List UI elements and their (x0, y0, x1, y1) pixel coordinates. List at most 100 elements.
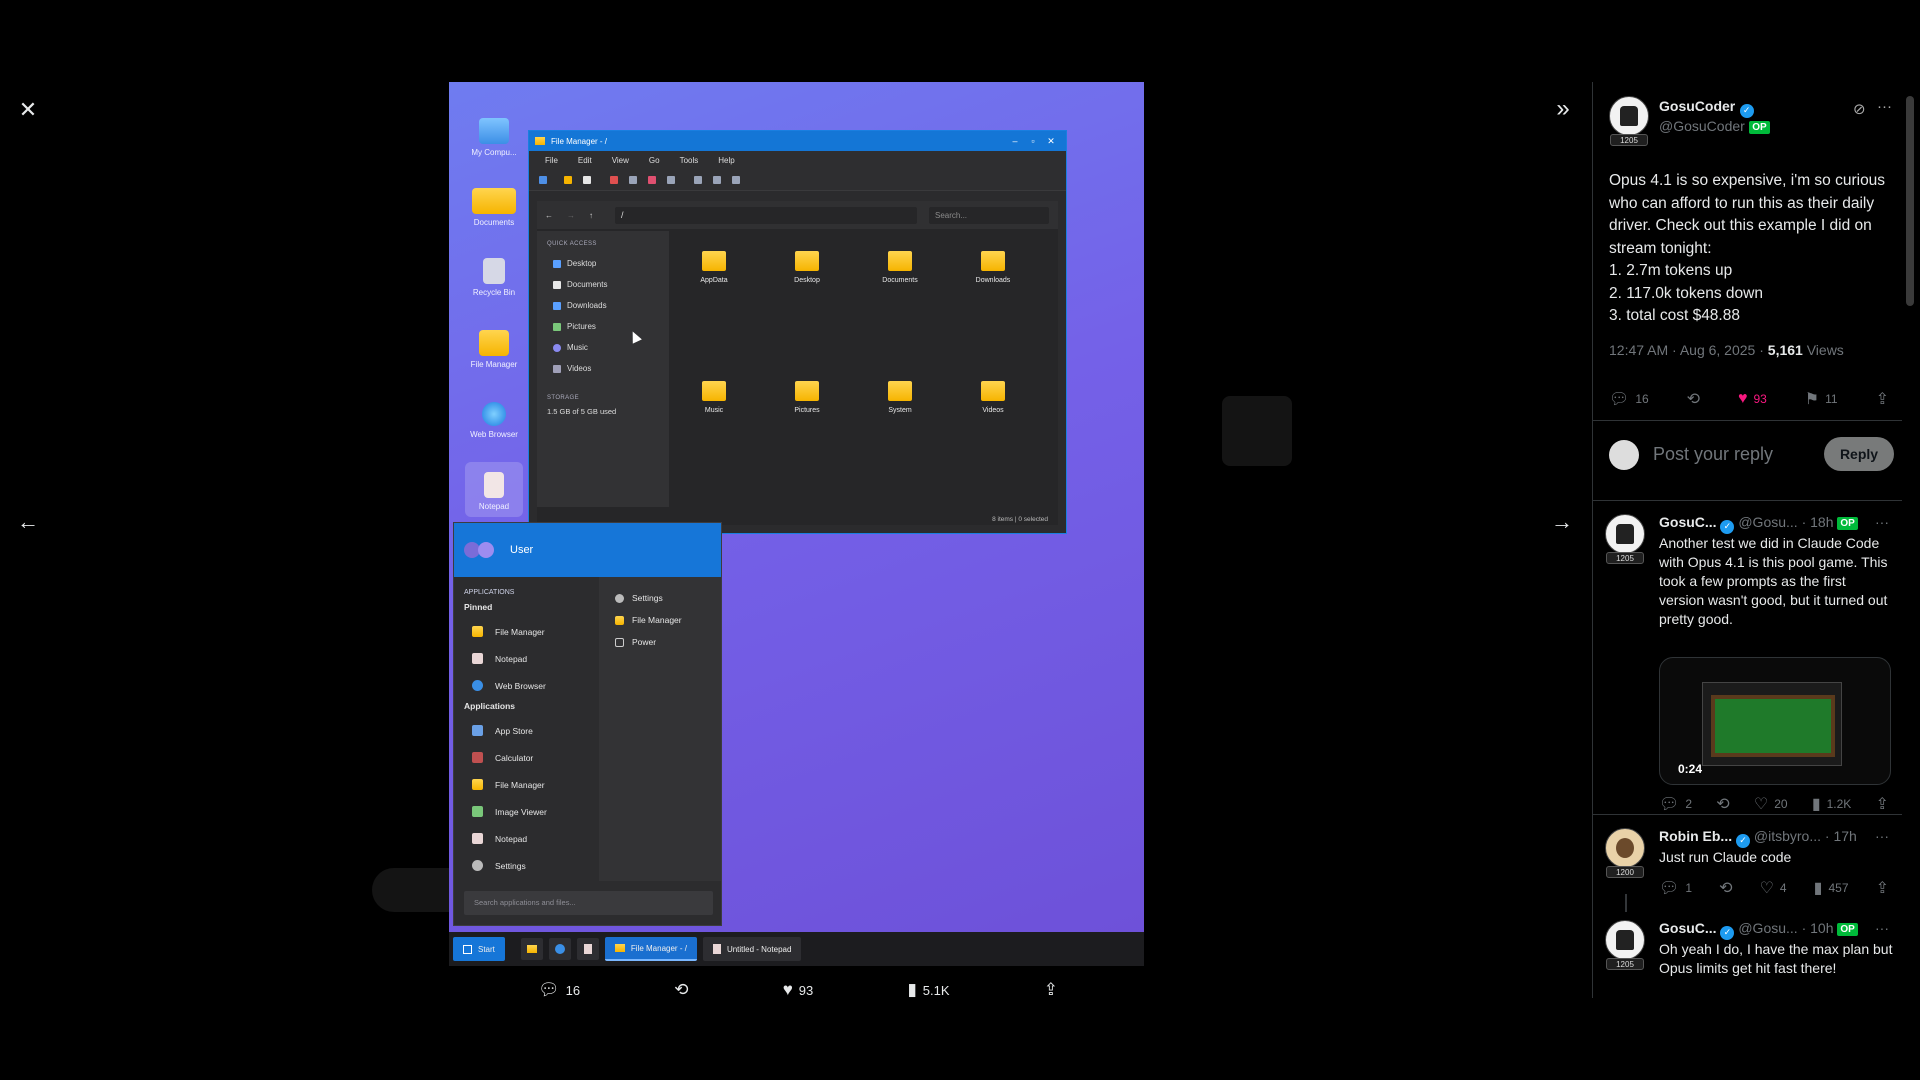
desktop-icon-web-browser[interactable]: Web Browser (465, 402, 523, 439)
shortcut-power[interactable]: Power (615, 631, 705, 653)
reply-author-name[interactable]: GosuC... (1659, 514, 1717, 530)
folder-item[interactable]: Downloads (958, 251, 1028, 284)
avatar[interactable] (1605, 828, 1645, 868)
start-item-notepad-app[interactable]: Notepad (464, 825, 589, 852)
menu-view[interactable]: View (612, 156, 629, 165)
cut-icon[interactable] (610, 175, 618, 184)
maximize-icon[interactable]: ▫ (1024, 136, 1042, 146)
up-icon[interactable]: ↑ (589, 211, 593, 220)
toolbar-icon[interactable] (539, 175, 547, 184)
more-icon[interactable]: ··· (1875, 828, 1889, 844)
close-icon[interactable]: ✕ (1042, 136, 1060, 147)
like-button[interactable]: ♡ 20 (1754, 794, 1788, 814)
like-button[interactable]: ♥ 93 (783, 980, 814, 1000)
reply-submit-button[interactable]: Reply (1824, 437, 1894, 471)
panel-scrollbar[interactable] (1906, 96, 1914, 306)
taskbar-app-notepad[interactable]: Untitled - Notepad (702, 937, 802, 961)
folder-item[interactable]: Desktop (772, 251, 842, 284)
share-button[interactable]: ⇪ (1044, 980, 1058, 1000)
repost-button[interactable]: ⟲ (1687, 389, 1700, 409)
view-list-icon[interactable] (694, 175, 702, 184)
post-timestamp[interactable]: 12:47 AM · Aug 6, 2025 · (1609, 342, 1768, 358)
reply-author-name[interactable]: GosuC... (1659, 920, 1717, 936)
folder-item[interactable]: Videos (958, 381, 1028, 414)
shortcut-settings[interactable]: Settings (615, 587, 705, 609)
reply-button[interactable]: 💬︎ 16 (538, 980, 580, 1000)
taskbar-browser[interactable] (548, 938, 571, 960)
minimize-icon[interactable]: – (1006, 136, 1024, 146)
desktop-icon-recycle-bin[interactable]: Recycle Bin (465, 258, 523, 297)
collapse-panel-icon[interactable]: » (1548, 94, 1578, 124)
start-item-calculator[interactable]: Calculator (464, 744, 589, 771)
post-author[interactable]: GosuCoder ✓ @GosuCoder OP (1659, 98, 1770, 136)
back-icon[interactable]: ← (545, 211, 553, 220)
menu-edit[interactable]: Edit (578, 156, 592, 165)
reply-handle[interactable]: @Gosu... (1738, 514, 1797, 530)
desktop-icon-documents[interactable]: Documents (465, 188, 523, 227)
start-item-image-viewer[interactable]: Image Viewer (464, 798, 589, 825)
view-details-icon[interactable] (713, 175, 721, 184)
start-item-file-manager-app[interactable]: File Manager (464, 771, 589, 798)
sidebar-item-documents[interactable]: Documents (547, 274, 659, 295)
share-button[interactable]: ⇪ (1876, 794, 1889, 814)
folder-item[interactable]: Music (679, 381, 749, 414)
avatar[interactable] (1605, 920, 1645, 960)
views-button[interactable]: ▮ 1.2K (1812, 794, 1852, 814)
sidebar-item-videos[interactable]: Videos (547, 358, 659, 379)
video-attachment[interactable]: 0:24 (1659, 657, 1891, 785)
search-input[interactable]: Search... (929, 207, 1049, 224)
taskbar-app-file-manager[interactable]: File Manager - / (604, 937, 697, 961)
views-button[interactable]: ▮ 5.1K (907, 980, 949, 1000)
folder-item[interactable]: Pictures (772, 381, 842, 414)
reply-item[interactable]: 1205 GosuC... ✓ @Gosu... · 10h OP ··· Oh… (1593, 920, 1902, 998)
copy-icon[interactable] (629, 175, 637, 184)
reply-handle[interactable]: @itsbyro... (1754, 828, 1821, 844)
like-button[interactable]: ♡ 4 (1760, 878, 1787, 898)
share-button[interactable]: ⇪ (1876, 878, 1889, 898)
arrow-right-icon[interactable]: → (1548, 508, 1576, 536)
reply-input[interactable]: Post your reply (1653, 444, 1824, 465)
sidebar-item-pictures[interactable]: Pictures (547, 316, 659, 337)
views-button[interactable]: ▮ 457 (1814, 878, 1849, 898)
window-titlebar[interactable]: File Manager - / – ▫ ✕ (529, 131, 1066, 151)
sidebar-item-desktop[interactable]: Desktop (547, 253, 659, 274)
start-item-file-manager[interactable]: File Manager (464, 618, 589, 645)
more-icon[interactable]: ··· (1875, 920, 1889, 936)
desktop-icon-file-manager[interactable]: File Manager (465, 330, 523, 369)
like-button[interactable]: ♥ 93 (1738, 389, 1767, 409)
file-manager-window[interactable]: File Manager - / – ▫ ✕ File Edit View Go… (528, 130, 1067, 534)
grok-icon[interactable]: ⊘ (1853, 100, 1866, 118)
shortcut-file-manager[interactable]: File Manager (615, 609, 705, 631)
share-button[interactable]: ⇪ (1876, 389, 1889, 409)
new-folder-icon[interactable] (564, 175, 572, 184)
new-file-icon[interactable] (583, 175, 591, 184)
more-icon[interactable]: ··· (1877, 98, 1892, 115)
reply-button[interactable]: 💬︎ 16 (1609, 389, 1649, 409)
reply-button[interactable]: 💬︎ 1 (1659, 878, 1692, 898)
menu-go[interactable]: Go (649, 156, 660, 165)
bookmark-button[interactable]: ⚑ 11 (1805, 389, 1838, 409)
reply-time[interactable]: · 18h (1802, 514, 1834, 530)
reply-time[interactable]: · 17h (1825, 828, 1857, 844)
start-item-notepad[interactable]: Notepad (464, 645, 589, 672)
paste-icon[interactable] (648, 175, 656, 184)
sidebar-item-music[interactable]: Music (547, 337, 659, 358)
menu-tools[interactable]: Tools (680, 156, 699, 165)
start-button[interactable]: Start (453, 937, 505, 961)
arrow-left-icon[interactable]: ← (14, 508, 42, 536)
start-item-settings[interactable]: Settings (464, 852, 589, 879)
taskbar-notepad[interactable] (576, 938, 599, 960)
desktop-icon-computer[interactable]: My Compu... (465, 118, 523, 157)
reply-author-name[interactable]: Robin Eb... (1659, 828, 1732, 844)
repost-button[interactable]: ⟲ (1719, 878, 1732, 898)
repost-button[interactable]: ⟲ (674, 980, 688, 1000)
forward-icon[interactable]: → (567, 211, 575, 220)
path-input[interactable]: / (615, 207, 917, 224)
sidebar-item-downloads[interactable]: Downloads (547, 295, 659, 316)
media-image[interactable]: My Compu... Documents Recycle Bin File M… (449, 82, 1144, 966)
avatar[interactable] (1605, 514, 1645, 554)
desktop-icon-notepad[interactable]: Notepad (465, 462, 523, 517)
close-icon[interactable]: ✕ (14, 96, 42, 124)
more-icon[interactable]: ··· (1875, 514, 1889, 530)
taskbar-folder[interactable] (520, 938, 543, 960)
